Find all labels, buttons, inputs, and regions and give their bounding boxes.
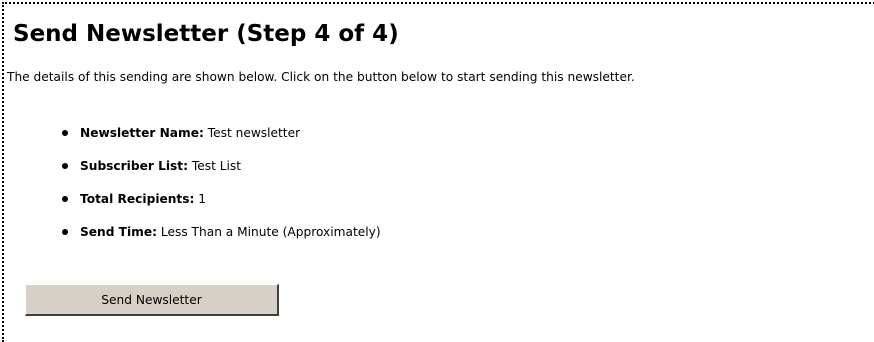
detail-value: 1 — [198, 192, 207, 206]
detail-label: Send Time: — [80, 225, 158, 239]
detail-value: Less Than a Minute (Approximately) — [160, 225, 381, 239]
bullet-icon — [62, 163, 68, 169]
detail-value: Test newsletter — [207, 126, 301, 140]
bullet-icon — [62, 229, 68, 235]
bullet-icon — [62, 130, 68, 136]
detail-label: Newsletter Name: — [80, 126, 204, 140]
detail-label: Subscriber List: — [80, 159, 188, 173]
detail-value: Test List — [191, 159, 242, 173]
detail-label: Total Recipients: — [80, 192, 195, 206]
page-title: Send Newsletter (Step 4 of 4) — [13, 21, 399, 47]
send-newsletter-button[interactable]: Send Newsletter — [25, 284, 279, 316]
bullet-icon — [62, 196, 68, 202]
intro-text: The details of this sending are shown be… — [7, 70, 635, 84]
